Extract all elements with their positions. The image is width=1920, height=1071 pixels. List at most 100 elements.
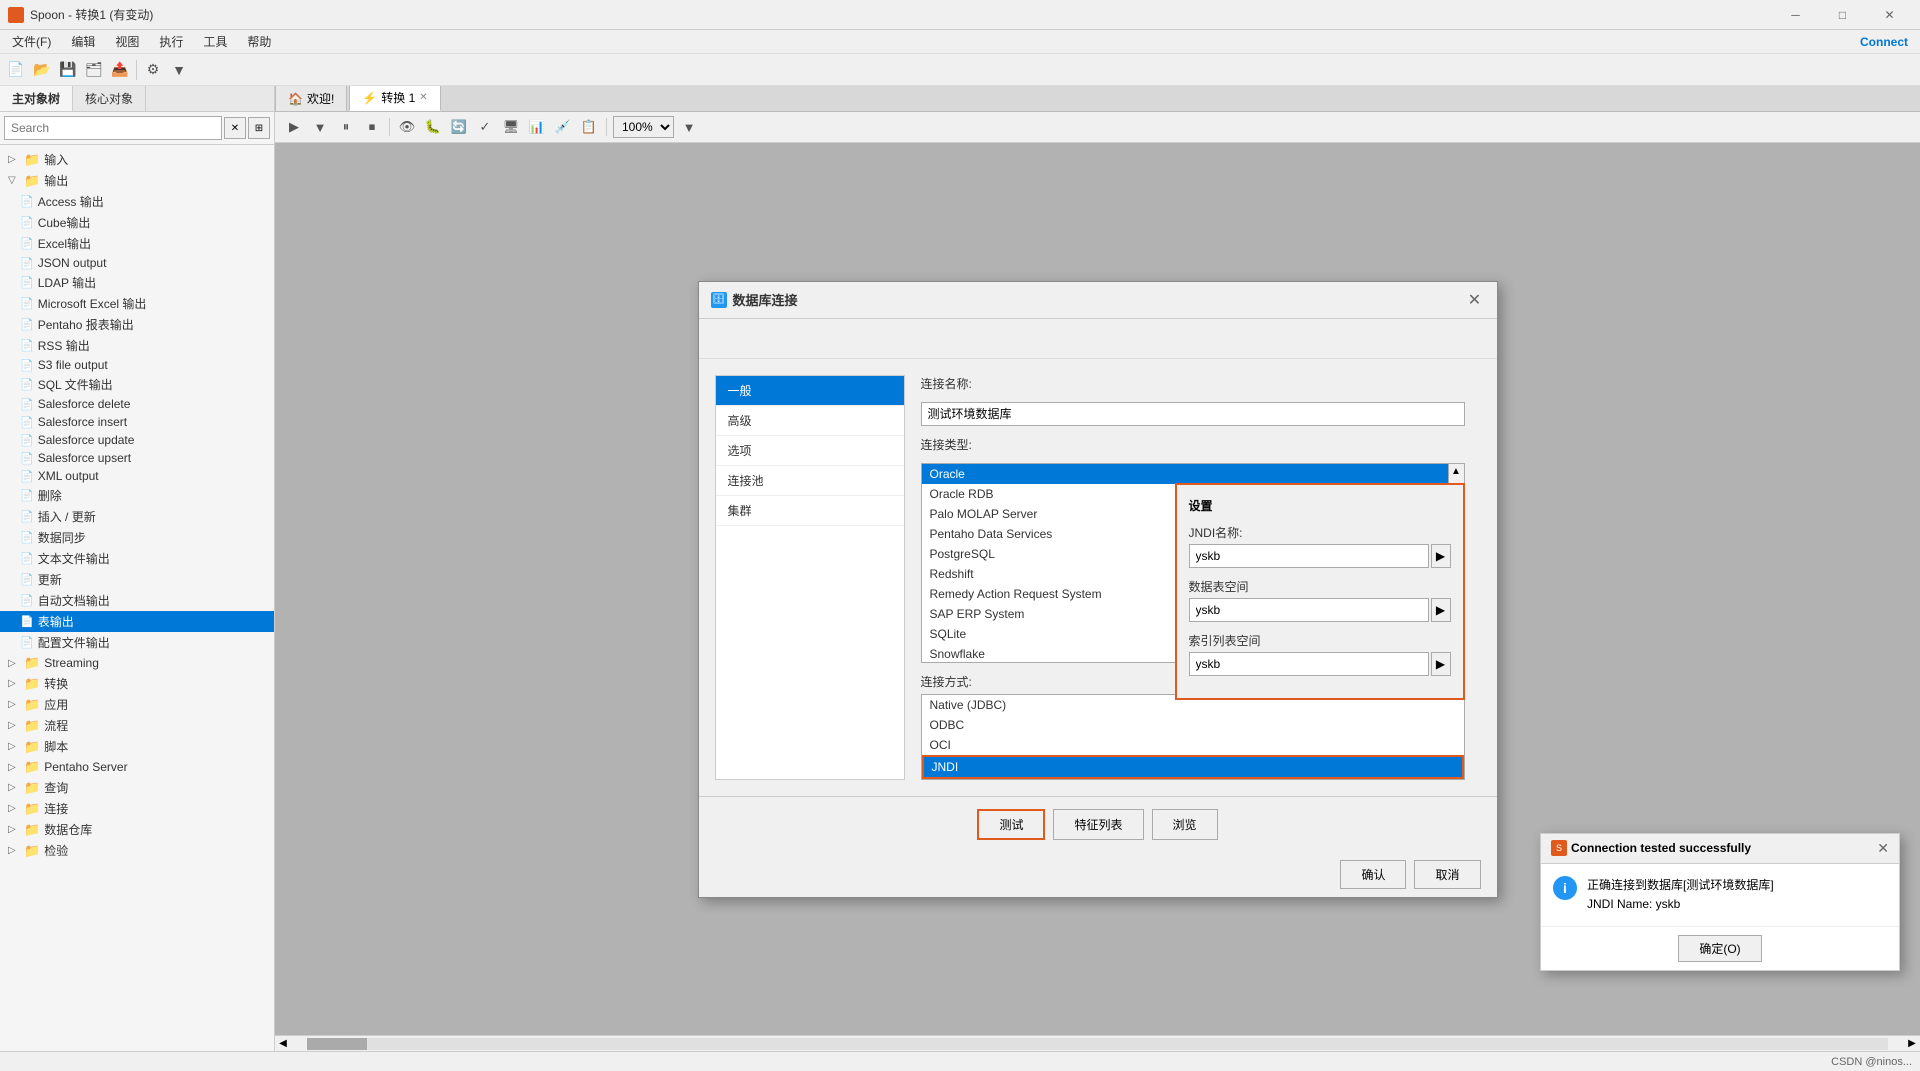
conn-name-input[interactable] — [921, 402, 1465, 426]
notif-close-button[interactable]: ✕ — [1877, 840, 1889, 857]
method-odbc[interactable]: ODBC — [922, 715, 1464, 735]
list-item[interactable]: 📄 Salesforce insert — [0, 413, 274, 431]
replay-btn[interactable]: 🔄 — [448, 116, 470, 138]
show-btn[interactable]: 📋 — [578, 116, 600, 138]
tree-folder-script[interactable]: ▷ 📁 脚本 — [0, 736, 274, 757]
bottom-scrollbar[interactable]: ◀ ▶ — [275, 1035, 1920, 1051]
minimize-button[interactable]: ─ — [1773, 0, 1818, 30]
zoom-dropdown-btn[interactable]: ▼ — [678, 116, 700, 138]
test-button[interactable]: 测试 — [977, 809, 1045, 840]
tab-transform1[interactable]: ⚡ 转换 1 ✕ — [349, 86, 440, 111]
menu-edit[interactable]: 编辑 — [63, 31, 103, 52]
list-item[interactable]: 📄 LDAP 输出 — [0, 272, 274, 293]
list-item[interactable]: 📄 Salesforce upsert — [0, 449, 274, 467]
tree-folder-app[interactable]: ▷ 📁 应用 — [0, 694, 274, 715]
dialog-close-button[interactable]: ✕ — [1465, 290, 1485, 310]
list-item[interactable]: 📄 Pentaho 报表输出 — [0, 314, 274, 335]
list-item[interactable]: 📄 Salesforce update — [0, 431, 274, 449]
monitor-btn[interactable]: 📊 — [526, 116, 548, 138]
inject-btn[interactable]: 💉 — [552, 116, 574, 138]
tree-folder-check[interactable]: ▷ 📁 检验 — [0, 840, 274, 861]
nav-item-options[interactable]: 选项 — [716, 436, 904, 466]
conn-type-oracle[interactable]: Oracle — [922, 464, 1448, 484]
list-item[interactable]: 📄 Access 输出 — [0, 191, 274, 212]
zoom-select[interactable]: 100% — [613, 116, 674, 138]
list-item[interactable]: 📄 SQL 文件输出 — [0, 374, 274, 395]
nav-item-connection-pool[interactable]: 连接池 — [716, 466, 904, 496]
features-button[interactable]: 特征列表 — [1053, 809, 1143, 840]
list-item[interactable]: 📄 S3 file output — [0, 356, 274, 374]
notif-confirm-button[interactable]: 确定(O) — [1678, 935, 1761, 962]
tree-folder-pentaho-server[interactable]: ▷ 📁 Pentaho Server — [0, 757, 274, 777]
nav-item-cluster[interactable]: 集群 — [716, 496, 904, 526]
list-item[interactable]: 📄 Salesforce delete — [0, 395, 274, 413]
search-clear-btn[interactable]: ✕ — [224, 117, 246, 139]
data-tablespace-browse-btn[interactable]: ▶ — [1431, 598, 1451, 622]
menu-file[interactable]: 文件(F) — [4, 31, 59, 52]
tree-folder-connection[interactable]: ▷ 📁 连接 — [0, 798, 274, 819]
list-item[interactable]: 📄 删除 — [0, 485, 274, 506]
index-tablespace-browse-btn[interactable]: ▶ — [1431, 652, 1451, 676]
list-item[interactable]: 📄 文本文件输出 — [0, 548, 274, 569]
run-btn[interactable]: ▶ — [283, 116, 305, 138]
menu-execute[interactable]: 执行 — [151, 31, 191, 52]
scroll-track[interactable] — [307, 1038, 1888, 1050]
scroll-left-btn[interactable]: ◀ — [275, 1038, 291, 1049]
nav-item-general[interactable]: 一般 — [716, 376, 904, 406]
nav-item-advanced[interactable]: 高级 — [716, 406, 904, 436]
list-item[interactable]: 📄 JSON output — [0, 254, 274, 272]
maximize-button[interactable]: □ — [1820, 0, 1865, 30]
list-item[interactable]: 📄 Excel输出 — [0, 233, 274, 254]
search-input[interactable] — [4, 116, 222, 140]
debug-btn[interactable]: 🐛 — [422, 116, 444, 138]
tab-main-objects[interactable]: 主对象树 — [0, 86, 73, 111]
tree-folder-transform[interactable]: ▷ 📁 转换 — [0, 673, 274, 694]
list-item[interactable]: 📄 XML output — [0, 467, 274, 485]
menu-tools[interactable]: 工具 — [195, 31, 235, 52]
list-item[interactable]: 📄 插入 / 更新 — [0, 506, 274, 527]
preview-btn[interactable]: 👁 — [396, 116, 418, 138]
save-all-btn[interactable]: 🗂 — [82, 58, 106, 82]
settings-btn[interactable]: ⚙ — [141, 58, 165, 82]
save-btn[interactable]: 💾 — [56, 58, 80, 82]
close-button[interactable]: ✕ — [1867, 0, 1912, 30]
index-tablespace-input[interactable] — [1189, 652, 1429, 676]
list-item-table-output[interactable]: 📄 表输出 — [0, 611, 274, 632]
browse-button[interactable]: 浏览 — [1152, 809, 1218, 840]
list-item[interactable]: 📄 配置文件输出 — [0, 632, 274, 653]
publish-btn[interactable]: 📤 — [108, 58, 132, 82]
open-btn[interactable]: 📂 — [30, 58, 54, 82]
new-file-btn[interactable]: 📄 — [4, 58, 28, 82]
tree-folder-input[interactable]: ▷ 📁 输入 — [0, 149, 274, 170]
method-jndi[interactable]: JNDI — [922, 755, 1464, 779]
list-item[interactable]: 📄 数据同步 — [0, 527, 274, 548]
tree-folder-output[interactable]: ▽ 📁 输出 — [0, 170, 274, 191]
menu-view[interactable]: 视图 — [107, 31, 147, 52]
pause-btn[interactable]: ⏸ — [335, 116, 357, 138]
check-btn[interactable]: ✓ — [474, 116, 496, 138]
cancel-button[interactable]: 取消 — [1414, 860, 1480, 889]
tree-folder-query[interactable]: ▷ 📁 查询 — [0, 777, 274, 798]
tab-core-objects[interactable]: 核心对象 — [73, 86, 146, 111]
run-dropdown-btn[interactable]: ▼ — [309, 116, 331, 138]
scroll-up-btn[interactable]: ▲ — [1451, 466, 1461, 477]
method-oci[interactable]: OCI — [922, 735, 1464, 755]
run-remote-btn[interactable]: 🖥 — [500, 116, 522, 138]
tree-folder-streaming[interactable]: ▷ 📁 Streaming — [0, 653, 274, 673]
jndi-name-input[interactable] — [1189, 544, 1429, 568]
tree-folder-datawarehouse[interactable]: ▷ 📁 数据仓库 — [0, 819, 274, 840]
list-item[interactable]: 📄 Microsoft Excel 输出 — [0, 293, 274, 314]
tab-transform1-close[interactable]: ✕ — [419, 92, 427, 103]
search-options-btn[interactable]: ⊞ — [248, 117, 270, 139]
jndi-name-browse-btn[interactable]: ▶ — [1431, 544, 1451, 568]
tree-folder-flow[interactable]: ▷ 📁 流程 — [0, 715, 274, 736]
dropdown-btn[interactable]: ▼ — [167, 58, 191, 82]
stop-btn[interactable]: ⏹ — [361, 116, 383, 138]
data-tablespace-input[interactable] — [1189, 598, 1429, 622]
list-item[interactable]: 📄 Cube输出 — [0, 212, 274, 233]
scroll-right-btn[interactable]: ▶ — [1904, 1038, 1920, 1049]
list-item[interactable]: 📄 RSS 输出 — [0, 335, 274, 356]
confirm-button[interactable]: 确认 — [1340, 860, 1406, 889]
list-item[interactable]: 📄 自动文档输出 — [0, 590, 274, 611]
connect-button[interactable]: Connect — [1852, 33, 1916, 51]
